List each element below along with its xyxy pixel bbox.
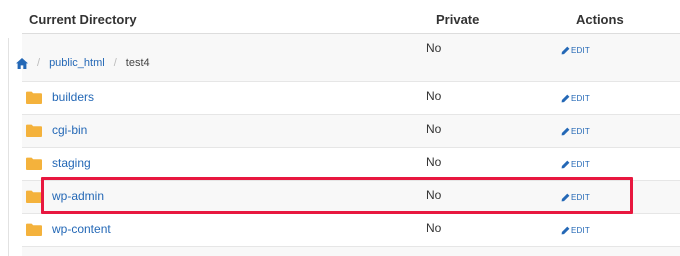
edit-label: EDIT	[571, 94, 591, 103]
folder-link-cgi-bin[interactable]: cgi-bin	[52, 123, 87, 137]
folder-link-builders[interactable]: builders	[52, 90, 94, 104]
edit-link[interactable]: EDIT	[561, 160, 590, 169]
breadcrumb-edit-link[interactable]: EDIT	[561, 46, 590, 55]
breadcrumb-private-value: No	[426, 41, 442, 55]
pencil-icon	[561, 46, 570, 55]
edit-link[interactable]: EDIT	[561, 127, 590, 136]
left-border	[8, 38, 9, 256]
header-actions: Actions	[576, 12, 624, 27]
table-row-partial	[22, 247, 680, 256]
edit-label: EDIT	[571, 226, 591, 235]
pencil-icon	[561, 226, 570, 235]
folder-cell: staging	[26, 156, 91, 170]
folder-cell: wp-content	[26, 222, 111, 236]
breadcrumb-public-html[interactable]: public_html	[49, 57, 105, 69]
folder-cell: cgi-bin	[26, 123, 87, 137]
header-private: Private	[436, 12, 480, 27]
private-value: No	[426, 89, 442, 103]
table-header: Current Directory Private Actions	[0, 0, 680, 34]
edit-label: EDIT	[571, 160, 591, 169]
breadcrumb: / public_html / test4	[16, 57, 150, 69]
home-icon[interactable]	[16, 57, 28, 69]
private-value: No	[426, 155, 442, 169]
folder-link-wp-content[interactable]: wp-content	[52, 222, 111, 236]
folder-link-staging[interactable]: staging	[52, 156, 91, 170]
folder-cell: builders	[26, 90, 94, 104]
edit-link[interactable]: EDIT	[561, 94, 590, 103]
pencil-icon	[561, 94, 570, 103]
breadcrumb-current: test4	[125, 57, 150, 69]
breadcrumb-separator: /	[37, 57, 41, 69]
header-current-directory: Current Directory	[29, 12, 137, 27]
folder-icon	[26, 190, 42, 203]
breadcrumb-separator: /	[113, 57, 117, 69]
edit-link[interactable]: EDIT	[561, 226, 590, 235]
edit-label: EDIT	[571, 127, 591, 136]
highlight-box	[41, 177, 633, 214]
private-value: No	[426, 221, 442, 235]
edit-label: EDIT	[571, 46, 591, 55]
folder-icon	[26, 91, 42, 104]
folder-icon	[26, 157, 42, 170]
pencil-icon	[561, 160, 570, 169]
folder-icon	[26, 124, 42, 137]
private-value: No	[426, 122, 442, 136]
pencil-icon	[561, 127, 570, 136]
folder-icon	[26, 223, 42, 236]
